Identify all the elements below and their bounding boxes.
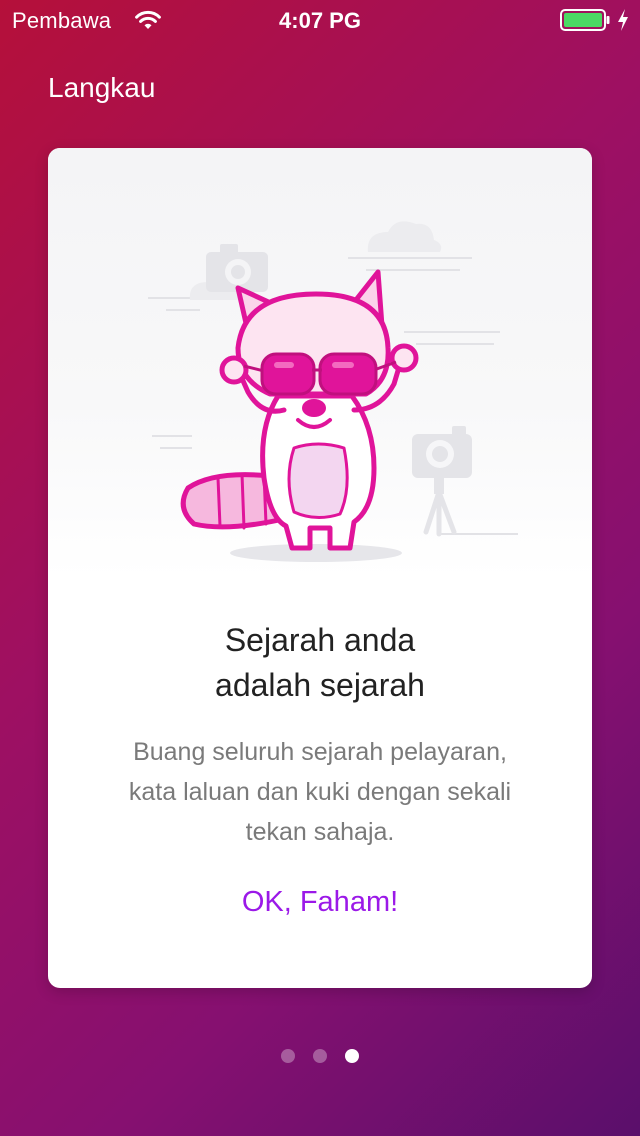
battery-icon xyxy=(560,9,610,31)
clock: 4:07 PG xyxy=(279,8,361,33)
page-indicator[interactable] xyxy=(0,1049,640,1063)
onboarding-card: Sejarah anda adalah sejarah Buang seluru… xyxy=(48,148,592,988)
raccoon-with-sunglasses-illustration xyxy=(48,148,592,578)
charging-bolt-icon xyxy=(616,8,630,32)
card-description-line: tekan sahaja. xyxy=(245,818,395,846)
card-title: Sejarah anda adalah sejarah xyxy=(48,618,592,708)
card-description: Buang seluruh sejarah pelayaran, kata la… xyxy=(78,732,562,852)
skip-button[interactable]: Langkau xyxy=(48,72,155,104)
card-title-line: adalah sejarah xyxy=(215,667,425,703)
ok-got-it-button[interactable]: OK, Faham! xyxy=(48,886,592,919)
page-dot-3-active[interactable] xyxy=(345,1049,359,1063)
page-dot-2[interactable] xyxy=(313,1049,327,1063)
card-title-line: Sejarah anda xyxy=(224,622,416,658)
status-bar: Pembawa 4:07 PG xyxy=(0,0,640,40)
page-dot-1[interactable] xyxy=(281,1049,295,1063)
card-description-line: kata laluan dan kuki dengan sekali xyxy=(128,778,512,806)
card-description-line: Buang seluruh sejarah pelayaran, xyxy=(133,738,507,766)
